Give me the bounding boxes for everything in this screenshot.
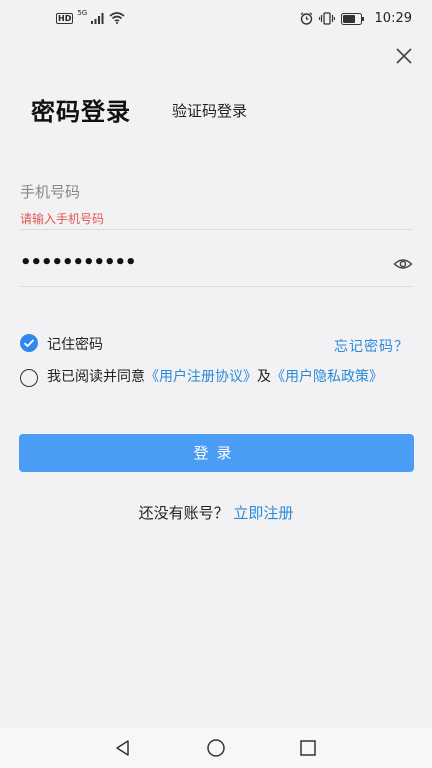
eye-icon: [393, 259, 413, 269]
agreement-prefix: 我已阅读并同意: [47, 369, 145, 385]
login-button[interactable]: 登录: [19, 434, 414, 472]
phone-field: 请输入手机号码: [20, 170, 413, 230]
agreement-row: 我已阅读并同意《用户注册协议》及《用户隐私政策》: [20, 368, 413, 408]
toggle-password-visibility[interactable]: [393, 254, 413, 274]
remember-label: 记住密码: [47, 337, 103, 353]
register-link[interactable]: 立即注册: [233, 504, 293, 522]
agreement-joiner: 及: [257, 369, 271, 385]
privacy-policy-link[interactable]: 《用户隐私政策》: [271, 369, 383, 385]
close-button[interactable]: [392, 44, 416, 68]
tab-code-login[interactable]: 验证码登录: [172, 100, 247, 121]
password-field[interactable]: •••••••••••: [20, 244, 413, 287]
user-agreement-link[interactable]: 《用户注册协议》: [145, 369, 257, 385]
tab-password-login[interactable]: 密码登录: [31, 92, 131, 127]
wifi-icon: [109, 12, 125, 24]
agreement-checkbox[interactable]: [20, 369, 38, 387]
navigation-bar: [0, 728, 432, 768]
signal-icon: [91, 12, 104, 24]
forgot-password-link[interactable]: 忘记密码？: [334, 336, 409, 356]
status-right: 10:29: [300, 11, 412, 26]
hd-badge: HD: [56, 12, 74, 24]
recents-button[interactable]: [298, 738, 318, 758]
home-icon: [207, 739, 225, 757]
vibrate-icon: [318, 12, 335, 25]
network-label: 5G: [77, 9, 88, 17]
back-icon: [116, 740, 129, 756]
close-icon: [396, 48, 412, 64]
home-button[interactable]: [206, 738, 226, 758]
clock: 10:29: [374, 11, 412, 26]
remember-checkbox[interactable]: [20, 334, 38, 352]
status-bar: HD 5G 10:29: [0, 0, 432, 40]
register-row: 还没有账号？ 立即注册: [0, 502, 432, 523]
agreement-text: 我已阅读并同意《用户注册协议》及《用户隐私政策》: [47, 368, 413, 386]
phone-error-message: 请输入手机号码: [20, 212, 105, 226]
recents-icon: [300, 740, 316, 756]
checkmark-icon: [23, 339, 35, 348]
register-prefix: 还没有账号？: [138, 504, 229, 522]
phone-input[interactable]: [20, 180, 413, 204]
alarm-icon: [300, 12, 312, 25]
battery-icon: [340, 12, 364, 25]
password-input[interactable]: •••••••••••: [20, 252, 137, 273]
remember-row: 记住密码 忘记密码？: [20, 333, 413, 355]
back-button[interactable]: [113, 738, 133, 758]
status-left: HD 5G: [56, 9, 125, 24]
